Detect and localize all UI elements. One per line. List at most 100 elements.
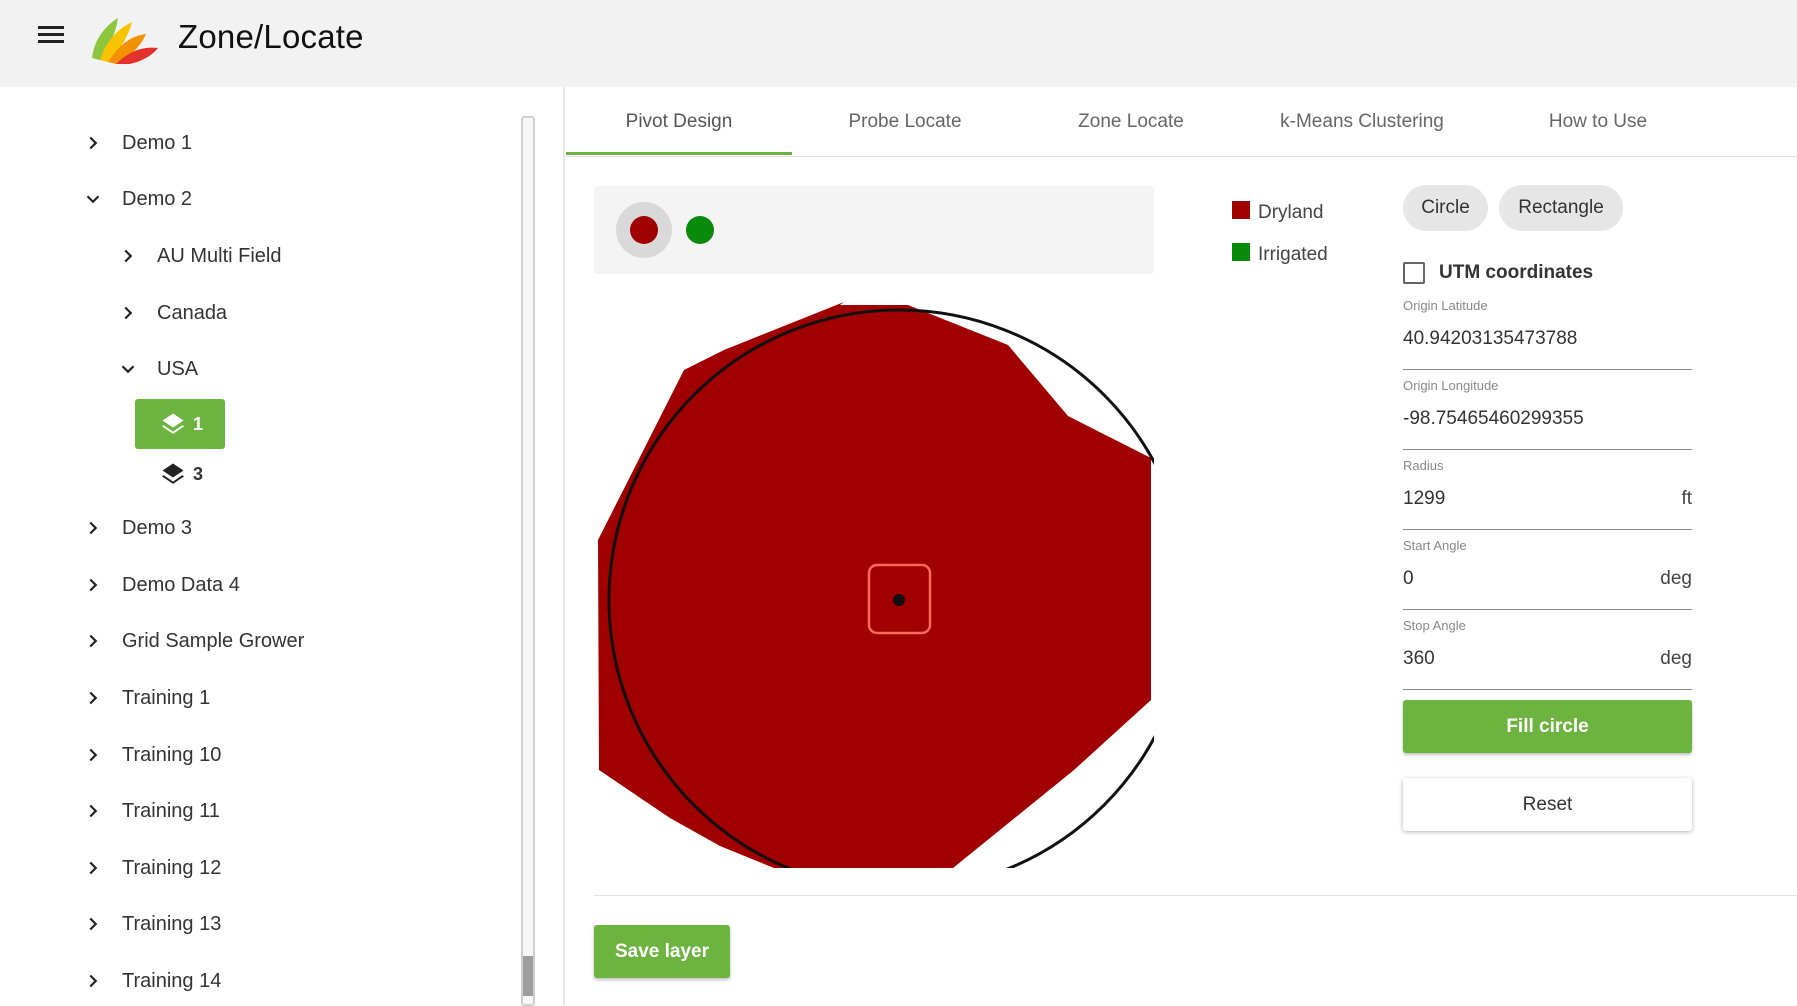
field-unit: deg [1660, 648, 1692, 669]
tree-item-training-14[interactable]: Training 14 [82, 961, 221, 1001]
layers-icon [161, 463, 185, 484]
tab-how-to-use[interactable]: How to Use [1480, 87, 1716, 157]
tab-zone-locate[interactable]: Zone Locate [1018, 87, 1244, 157]
chevron-right-icon [82, 687, 104, 709]
tree-item-label: Grid Sample Grower [122, 629, 305, 652]
field-label: Origin Longitude [1403, 378, 1499, 393]
field-label: Stop Angle [1403, 618, 1466, 633]
tree-item-training-12[interactable]: Training 12 [82, 848, 221, 888]
tree-item-demo-2[interactable]: Demo 2 [82, 179, 192, 219]
swatch-irrigated[interactable] [672, 202, 728, 258]
chevron-right-icon [82, 913, 104, 935]
legend-label: Irrigated [1258, 244, 1328, 265]
tree-leaf-label: 1 [193, 413, 204, 434]
tree-item-label: Training 12 [122, 856, 222, 879]
chevron-down-icon [82, 188, 104, 210]
tab-bar: Pivot Design Probe Locate Zone Locate k-… [566, 87, 1797, 157]
tree-item-label: Canada [157, 301, 228, 324]
leaf-fan-logo-icon [92, 18, 158, 64]
origin-longitude-field[interactable]: Origin Longitude -98.75465460299355 [1403, 378, 1692, 450]
app-bar: Zone/Locate [0, 0, 1797, 87]
field-value[interactable]: 1299 [1403, 488, 1445, 510]
utm-coordinates-row: UTM coordinates [1403, 262, 1593, 284]
utm-coordinates-checkbox[interactable] [1403, 262, 1425, 284]
reset-button[interactable]: Reset [1403, 778, 1692, 831]
pivot-center-point [893, 594, 905, 606]
tree-item-usa[interactable]: USA [117, 349, 198, 389]
chevron-right-icon [117, 245, 139, 267]
tree-item-label: Training 13 [122, 912, 222, 935]
tab-k-means-clustering[interactable]: k-Means Clustering [1244, 87, 1480, 157]
tree-item-training-11[interactable]: Training 11 [82, 791, 220, 831]
fill-circle-button[interactable]: Fill circle [1403, 700, 1692, 753]
tree-item-label: Demo Data 4 [122, 573, 240, 596]
swatch-irrigated-dot [686, 216, 714, 244]
field-label: Start Angle [1403, 538, 1467, 553]
tree-item-training-10[interactable]: Training 10 [82, 735, 221, 775]
save-layer-button[interactable]: Save layer [594, 925, 730, 978]
utm-coordinates-label: UTM coordinates [1439, 262, 1594, 283]
tree-item-label: USA [157, 357, 199, 380]
hamburger-menu-icon[interactable] [34, 22, 68, 48]
field-label: Origin Latitude [1403, 298, 1488, 313]
origin-latitude-field[interactable]: Origin Latitude 40.94203135473788 [1403, 298, 1692, 370]
rectangle-button[interactable]: Rectangle [1499, 185, 1623, 231]
tree-leaf-1-selected[interactable]: 1 [135, 399, 226, 449]
field-unit: deg [1660, 568, 1692, 589]
tree-item-label: Training 14 [122, 969, 222, 992]
circle-button[interactable]: Circle [1403, 185, 1488, 231]
tree-item-label: Demo 2 [122, 187, 193, 210]
tree-item-au-multi-field[interactable]: AU Multi Field [117, 236, 281, 276]
tree-item-label: Training 1 [122, 686, 211, 709]
field-value[interactable]: 360 [1403, 648, 1435, 670]
tab-probe-locate[interactable]: Probe Locate [792, 87, 1018, 157]
tree-item-label: Training 10 [122, 743, 222, 766]
chevron-right-icon [82, 132, 104, 154]
pivot-map-canvas[interactable] [594, 300, 1154, 868]
legend-swatch [1232, 201, 1250, 219]
legend-item-dryland: Dryland [1232, 192, 1328, 234]
chevron-right-icon [82, 574, 104, 596]
pivot-drawing [598, 302, 1154, 868]
chevron-right-icon [82, 630, 104, 652]
tree-item-demo-3[interactable]: Demo 3 [82, 508, 192, 548]
tree-item-label: AU Multi Field [157, 244, 282, 267]
layers-icon [161, 413, 185, 434]
sidebar-divider [563, 87, 565, 1006]
chevron-right-icon [82, 970, 104, 992]
active-tab-indicator [566, 152, 792, 155]
chevron-right-icon [82, 800, 104, 822]
tree-item-grid-sample-grower[interactable]: Grid Sample Grower [82, 621, 304, 661]
tree-item-training-13[interactable]: Training 13 [82, 904, 221, 944]
tree-leaf-3[interactable]: 3 [159, 458, 203, 490]
tab-pivot-design[interactable]: Pivot Design [566, 87, 792, 157]
sidebar-scrollbar-thumb[interactable] [523, 956, 533, 996]
tree-item-demo-1[interactable]: Demo 1 [82, 123, 192, 163]
radius-field[interactable]: Radius 1299 ft [1403, 458, 1692, 530]
start-angle-field[interactable]: Start Angle 0 deg [1403, 538, 1692, 610]
sidebar: Demo 1 Demo 2 AU Multi Field Canada USA … [0, 87, 540, 1006]
legend-label: Dryland [1258, 202, 1324, 223]
field-label: Radius [1403, 458, 1444, 473]
swatch-dryland[interactable] [616, 202, 672, 258]
tree-item-demo-data-4[interactable]: Demo Data 4 [82, 565, 240, 605]
tree-leaf-label: 3 [193, 463, 204, 484]
field-value[interactable]: 40.94203135473788 [1403, 328, 1577, 350]
chevron-right-icon [82, 857, 104, 879]
legend-swatch [1232, 243, 1250, 261]
tree-item-canada[interactable]: Canada [117, 293, 227, 333]
field-value[interactable]: 0 [1403, 568, 1414, 590]
content-divider [594, 895, 1797, 896]
chevron-down-icon [117, 358, 139, 380]
swatch-dryland-dot [630, 216, 658, 244]
legend: Dryland Irrigated [1232, 192, 1328, 276]
field-unit: ft [1681, 488, 1692, 509]
field-value[interactable]: -98.75465460299355 [1403, 408, 1584, 430]
tree-item-training-1[interactable]: Training 1 [82, 678, 210, 718]
app-title: Zone/Locate [178, 18, 364, 55]
sidebar-scrollbar[interactable] [521, 116, 535, 1006]
color-picker [594, 186, 1154, 274]
stop-angle-field[interactable]: Stop Angle 360 deg [1403, 618, 1692, 690]
legend-item-irrigated: Irrigated [1232, 234, 1328, 276]
dryland-polygon[interactable] [598, 302, 1151, 868]
